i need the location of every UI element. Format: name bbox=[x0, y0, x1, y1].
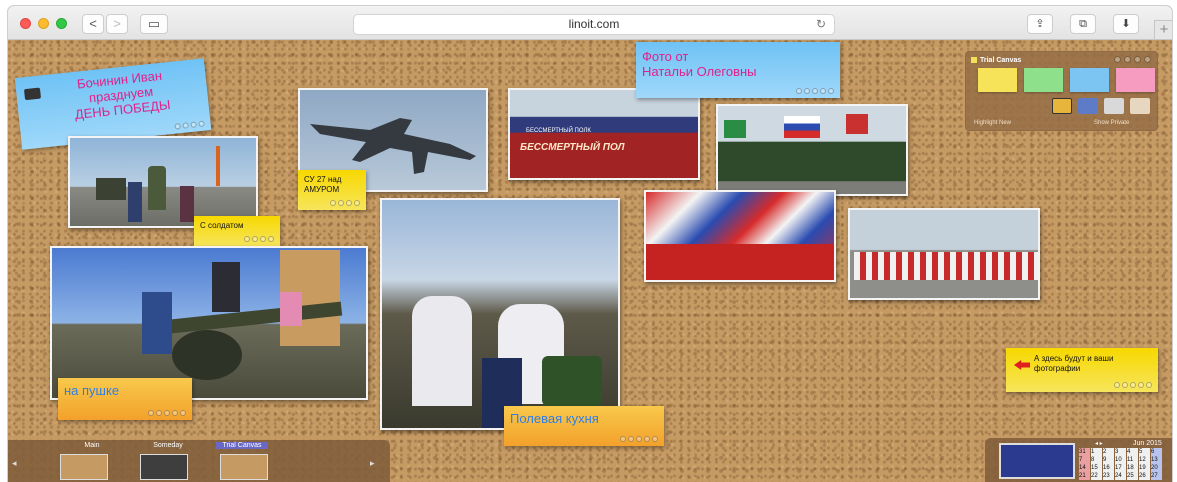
tools-icon[interactable] bbox=[1104, 98, 1124, 114]
canvas-tool-panel: Trial Canvas Highlight New Show Private bbox=[965, 51, 1158, 131]
close-window-button[interactable] bbox=[20, 18, 31, 29]
back-button[interactable]: < bbox=[82, 14, 104, 34]
show-private-toggle[interactable]: Show Private bbox=[1094, 120, 1129, 126]
sticky-note-su27[interactable]: СУ 27 над АМУРОМ bbox=[298, 170, 366, 210]
tab-main-label: Main bbox=[84, 442, 100, 449]
sticky-your-photos-line1: А здесь будут и ваши bbox=[1034, 354, 1114, 363]
photo-banner-top-text: БЕССМЕРТНЫЙ ПОЛК bbox=[526, 128, 591, 134]
photo-soldier[interactable] bbox=[68, 136, 258, 228]
photo-banner-text: БЕССМЕРТНЫЙ ПОЛ bbox=[520, 142, 625, 153]
camera-icon bbox=[23, 87, 42, 101]
sidebar-toggle-button[interactable]: ▭ bbox=[140, 14, 168, 34]
cork-board-canvas[interactable]: Бочинин Иван празднуем ДЕНЬ ПОБЕДЫ С сол… bbox=[8, 40, 1172, 482]
tabs-overview-button[interactable]: ⧉ bbox=[1070, 14, 1096, 34]
calendar-nav[interactable]: ◂ ▸ bbox=[1095, 440, 1103, 447]
photo-parade-cheerleaders[interactable] bbox=[848, 208, 1040, 300]
calendar-grid[interactable]: 31 1 2 3 4 5 6 7 8 9 10 11 12 13 14 15 16 17 18 19 20 21 22… bbox=[1079, 448, 1162, 480]
zoom-window-button[interactable] bbox=[56, 18, 67, 29]
sticky-note-soldier[interactable]: С солдатом bbox=[194, 216, 280, 246]
tab-someday[interactable] bbox=[140, 454, 188, 480]
photo-immortal-regiment[interactable]: БЕССМЕРТНЫЙ ПОЛ БЕССМЕРТНЫЙ ПОЛК bbox=[508, 88, 700, 180]
photo-kids-on-cannon[interactable] bbox=[50, 246, 368, 400]
browser-toolbar: < > ▭ linoit.com ↻ ⇪ ⧉ ⬇ + bbox=[8, 6, 1172, 40]
photo-flags-girls[interactable] bbox=[644, 190, 836, 282]
new-yellow-sticky-button[interactable] bbox=[978, 68, 1017, 92]
address-bar[interactable]: linoit.com ↻ bbox=[353, 14, 835, 35]
new-green-sticky-button[interactable] bbox=[1024, 68, 1063, 92]
sticky-note-your-photos[interactable]: А здесь будут и ваши фотографии bbox=[1006, 348, 1158, 392]
sticky-photo-from-line1: Фото от bbox=[642, 49, 689, 64]
tabs-scroll-right-icon[interactable]: ▸ bbox=[370, 458, 375, 469]
panel-title: Trial Canvas bbox=[980, 57, 1022, 64]
sticky-su27-line1: СУ 27 над bbox=[304, 175, 342, 184]
tab-someday-label: Someday bbox=[153, 442, 183, 449]
calendar-month: Jun 2015 bbox=[1133, 440, 1162, 447]
sticky-cannon-text: на пушке bbox=[64, 383, 120, 398]
reload-icon[interactable]: ↻ bbox=[816, 15, 826, 34]
forward-button[interactable]: > bbox=[106, 14, 128, 34]
minimize-window-button[interactable] bbox=[38, 18, 49, 29]
highlight-new-toggle[interactable]: Highlight New bbox=[974, 120, 1011, 126]
new-blue-sticky-button[interactable] bbox=[1070, 68, 1109, 92]
canvas-minimap[interactable] bbox=[999, 443, 1075, 479]
sticky-soldier-text: С солдатом bbox=[200, 221, 244, 230]
tab-trial-canvas[interactable] bbox=[220, 454, 268, 480]
sticky-photo-from-line2: Натальи Олеговны bbox=[642, 64, 757, 79]
sticky-note-kitchen[interactable]: Полевая кухня bbox=[504, 406, 664, 446]
sticky-su27-line2: АМУРОМ bbox=[304, 185, 340, 194]
sticky-your-photos-line2: фотографии bbox=[1034, 364, 1081, 373]
tabs-scroll-left-icon[interactable]: ◂ bbox=[12, 458, 17, 469]
sticky-note-photo-from[interactable]: Фото от Натальи Олеговны bbox=[636, 42, 840, 98]
tab-main[interactable] bbox=[60, 454, 108, 480]
sticky-controls[interactable] bbox=[174, 120, 205, 130]
pin-icon[interactable] bbox=[1130, 98, 1150, 114]
attach-image-icon[interactable] bbox=[1078, 98, 1098, 114]
photo-parade-soldiers[interactable] bbox=[716, 104, 908, 196]
sticky-note-cannon[interactable]: на пушке bbox=[58, 378, 192, 420]
sticky-kitchen-text: Полевая кухня bbox=[510, 411, 599, 426]
calendar-widget: ◂ ▸ Jun 2015 31 1 2 3 4 5 6 7 8 9 10 11 12 13 14 15 16… bbox=[985, 438, 1172, 482]
address-text: linoit.com bbox=[568, 17, 620, 31]
new-tab-button[interactable]: + bbox=[1154, 20, 1172, 40]
sticky-icon bbox=[971, 57, 977, 63]
folder-icon[interactable] bbox=[1052, 98, 1072, 114]
share-button[interactable]: ⇪ bbox=[1027, 14, 1053, 34]
tab-trial-canvas-label: Trial Canvas bbox=[216, 442, 268, 449]
new-pink-sticky-button[interactable] bbox=[1116, 68, 1155, 92]
browser-window: < > ▭ linoit.com ↻ ⇪ ⧉ ⬇ + Бочинин Иван … bbox=[8, 6, 1172, 482]
photo-field-kitchen[interactable] bbox=[380, 198, 620, 430]
arrow-left-icon bbox=[1014, 360, 1030, 370]
canvas-tabs-bar: ◂ Main Someday Trial Canvas ▸ bbox=[8, 440, 390, 482]
panel-window-controls[interactable] bbox=[1114, 56, 1151, 63]
downloads-button[interactable]: ⬇ bbox=[1113, 14, 1139, 34]
